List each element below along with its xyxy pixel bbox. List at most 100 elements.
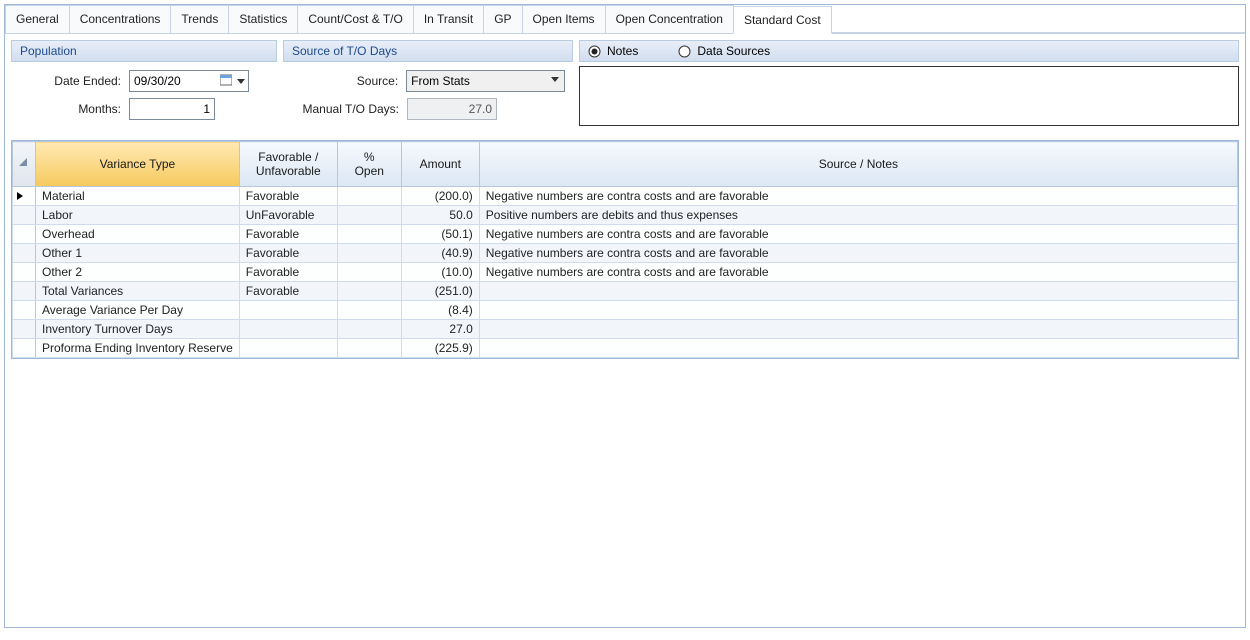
cell-variance-type[interactable]: Labor xyxy=(36,206,240,225)
tab-general[interactable]: General xyxy=(5,5,70,33)
cell-amount[interactable]: (50.1) xyxy=(401,225,479,244)
cell-amount[interactable]: (251.0) xyxy=(401,282,479,301)
tab-statistics[interactable]: Statistics xyxy=(228,5,298,33)
cell-source-notes[interactable] xyxy=(479,301,1237,320)
date-ended-value: 09/30/20 xyxy=(134,74,181,88)
row-indicator[interactable] xyxy=(13,187,36,206)
notes-textarea[interactable] xyxy=(579,66,1239,126)
col-variance-type[interactable]: Variance Type xyxy=(36,142,240,187)
cell-source-notes[interactable]: Negative numbers are contra costs and ar… xyxy=(479,244,1237,263)
months-input[interactable] xyxy=(129,98,215,120)
table-row[interactable]: Average Variance Per Day (8.4) xyxy=(13,301,1238,320)
cell-favorable[interactable] xyxy=(239,320,337,339)
tab-open-items[interactable]: Open Items xyxy=(522,5,606,33)
cell-percent-open[interactable] xyxy=(337,206,401,225)
cell-favorable[interactable]: Favorable xyxy=(239,225,337,244)
cell-percent-open[interactable] xyxy=(337,187,401,206)
cell-percent-open[interactable] xyxy=(337,301,401,320)
cell-favorable[interactable]: Favorable xyxy=(239,187,337,206)
cell-source-notes[interactable] xyxy=(479,282,1237,301)
filter-row: Population Date Ended: 09/30/20 xyxy=(5,34,1245,140)
row-indicator[interactable] xyxy=(13,282,36,301)
cell-percent-open[interactable] xyxy=(337,263,401,282)
cell-variance-type[interactable]: Other 1 xyxy=(36,244,240,263)
months-label: Months: xyxy=(19,102,129,116)
cell-favorable[interactable]: Favorable xyxy=(239,263,337,282)
cell-source-notes[interactable]: Positive numbers are debits and thus exp… xyxy=(479,206,1237,225)
source-label: Source: xyxy=(291,74,406,88)
date-ended-input[interactable]: 09/30/20 xyxy=(129,70,249,92)
table-row[interactable]: Proforma Ending Inventory Reserve (225.9) xyxy=(13,339,1238,358)
cell-percent-open[interactable] xyxy=(337,225,401,244)
col-percent-open[interactable]: %Open xyxy=(337,142,401,187)
manual-to-input xyxy=(407,98,497,120)
cell-variance-type[interactable]: Average Variance Per Day xyxy=(36,301,240,320)
cell-source-notes[interactable]: Negative numbers are contra costs and ar… xyxy=(479,263,1237,282)
cell-amount[interactable]: 50.0 xyxy=(401,206,479,225)
row-indicator[interactable] xyxy=(13,301,36,320)
cell-percent-open[interactable] xyxy=(337,320,401,339)
variance-grid: Variance Type Favorable /Unfavorable %Op… xyxy=(11,140,1239,359)
col-amount[interactable]: Amount xyxy=(401,142,479,187)
row-selector-header[interactable] xyxy=(13,142,36,187)
cell-amount[interactable]: 27.0 xyxy=(401,320,479,339)
col-favorable[interactable]: Favorable /Unfavorable xyxy=(239,142,337,187)
manual-to-label: Manual T/O Days: xyxy=(291,102,407,116)
cell-favorable[interactable]: UnFavorable xyxy=(239,206,337,225)
tab-gp[interactable]: GP xyxy=(483,5,522,33)
source-to-title: Source of T/O Days xyxy=(283,40,573,62)
tab-concentrations[interactable]: Concentrations xyxy=(69,5,172,33)
cell-amount[interactable]: (10.0) xyxy=(401,263,479,282)
cell-variance-type[interactable]: Material xyxy=(36,187,240,206)
row-indicator[interactable] xyxy=(13,206,36,225)
table-row[interactable]: Other 1Favorable (40.9)Negative numbers a… xyxy=(13,244,1238,263)
cell-source-notes[interactable]: Negative numbers are contra costs and ar… xyxy=(479,225,1237,244)
radio-data-sources[interactable]: Data Sources xyxy=(678,44,770,58)
cell-variance-type[interactable]: Inventory Turnover Days xyxy=(36,320,240,339)
cell-favorable[interactable] xyxy=(239,339,337,358)
cell-variance-type[interactable]: Proforma Ending Inventory Reserve xyxy=(36,339,240,358)
row-indicator[interactable] xyxy=(13,244,36,263)
row-indicator[interactable] xyxy=(13,339,36,358)
source-value: From Stats xyxy=(411,74,470,88)
cell-variance-type[interactable]: Total Variances xyxy=(36,282,240,301)
cell-variance-type[interactable]: Overhead xyxy=(36,225,240,244)
cell-source-notes[interactable] xyxy=(479,320,1237,339)
col-source-notes[interactable]: Source / Notes xyxy=(479,142,1237,187)
radio-notes-label: Notes xyxy=(607,44,638,58)
cell-amount[interactable]: (225.9) xyxy=(401,339,479,358)
radio-notes[interactable]: Notes xyxy=(588,44,638,58)
tab-trends[interactable]: Trends xyxy=(170,5,229,33)
row-indicator[interactable] xyxy=(13,320,36,339)
tabs-bar: GeneralConcentrationsTrendsStatisticsCou… xyxy=(5,5,1245,34)
cell-source-notes[interactable] xyxy=(479,339,1237,358)
population-title: Population xyxy=(11,40,277,62)
row-indicator[interactable] xyxy=(13,263,36,282)
chevron-down-icon[interactable] xyxy=(236,76,246,90)
cell-percent-open[interactable] xyxy=(337,244,401,263)
cell-favorable[interactable]: Favorable xyxy=(239,244,337,263)
table-row[interactable]: MaterialFavorable (200.0)Negative numbers… xyxy=(13,187,1238,206)
calendar-icon[interactable] xyxy=(220,74,232,89)
tab-open-concentration[interactable]: Open Concentration xyxy=(605,5,734,33)
cell-percent-open[interactable] xyxy=(337,339,401,358)
cell-amount[interactable]: (8.4) xyxy=(401,301,479,320)
cell-percent-open[interactable] xyxy=(337,282,401,301)
cell-favorable[interactable]: Favorable xyxy=(239,282,337,301)
table-row[interactable]: Total VariancesFavorable (251.0) xyxy=(13,282,1238,301)
cell-source-notes[interactable]: Negative numbers are contra costs and ar… xyxy=(479,187,1237,206)
table-row[interactable]: Other 2Favorable (10.0)Negative numbers a… xyxy=(13,263,1238,282)
notes-header: Notes Data Sources xyxy=(579,40,1239,62)
table-row[interactable]: OverheadFavorable (50.1)Negative numbers … xyxy=(13,225,1238,244)
cell-amount[interactable]: (200.0) xyxy=(401,187,479,206)
row-indicator[interactable] xyxy=(13,225,36,244)
tab-standard-cost[interactable]: Standard Cost xyxy=(733,6,832,34)
cell-variance-type[interactable]: Other 2 xyxy=(36,263,240,282)
cell-amount[interactable]: (40.9) xyxy=(401,244,479,263)
source-select[interactable]: From Stats xyxy=(406,70,565,92)
tab-count-cost-t-o[interactable]: Count/Cost & T/O xyxy=(297,5,413,33)
table-row[interactable]: Inventory Turnover Days 27.0 xyxy=(13,320,1238,339)
tab-in-transit[interactable]: In Transit xyxy=(413,5,484,33)
cell-favorable[interactable] xyxy=(239,301,337,320)
table-row[interactable]: LaborUnFavorable 50.0Positive numbers are… xyxy=(13,206,1238,225)
